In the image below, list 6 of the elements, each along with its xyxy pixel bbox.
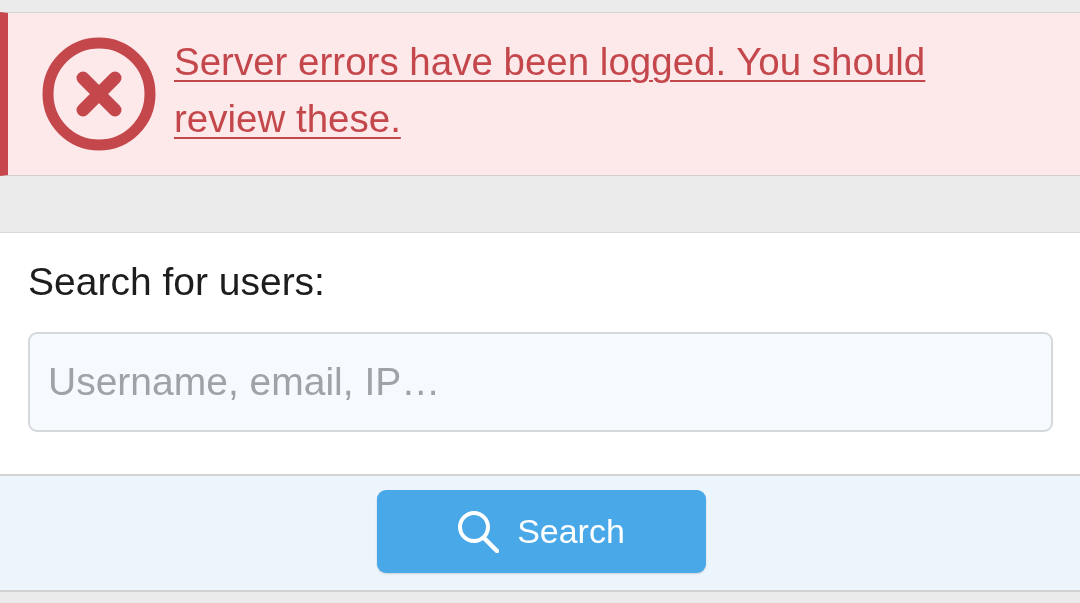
error-icon [42,37,156,151]
search-button[interactable]: Search [376,490,706,573]
search-label: Search for users: [28,259,326,305]
search-icon [457,510,500,553]
search-field[interactable]: Username, email, IP… [28,332,1053,432]
alert-link[interactable]: Server errors have been logged. You should review these. [174,33,1004,147]
